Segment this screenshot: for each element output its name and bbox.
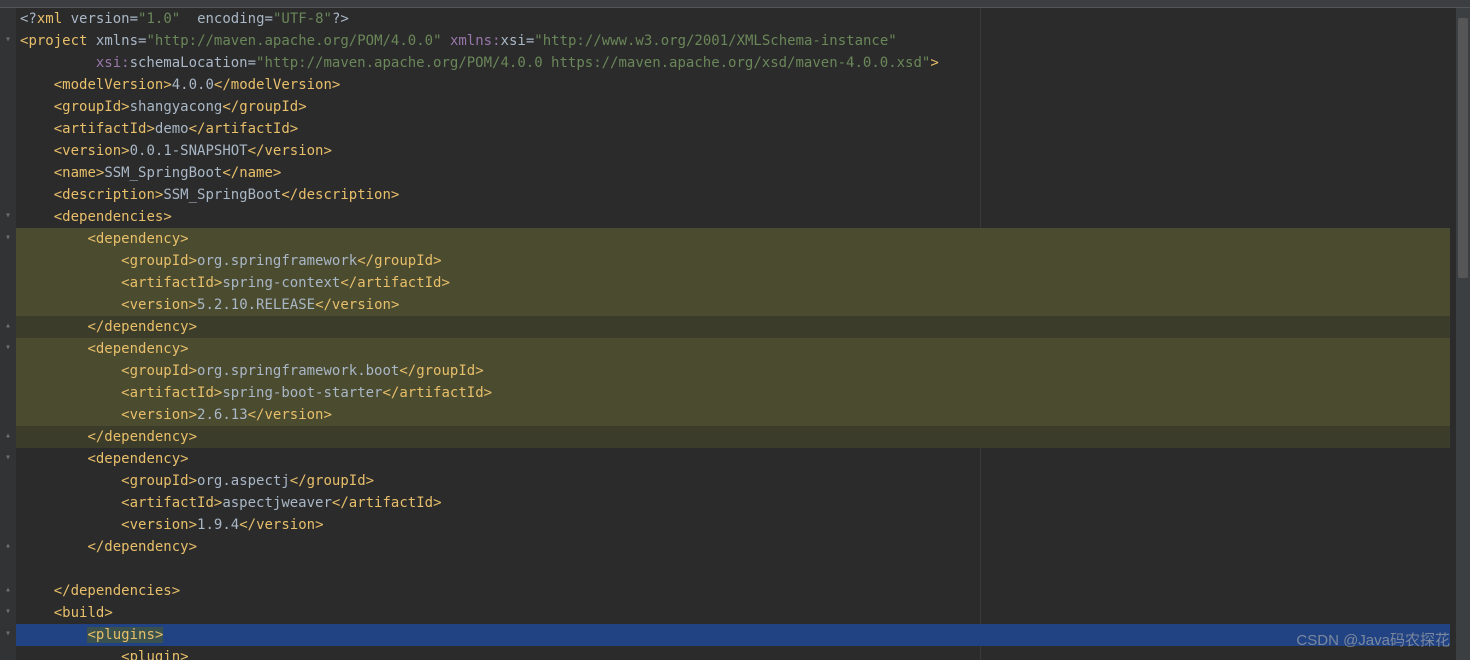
code-line: <description>SSM_SpringBoot</description… [16,184,1450,206]
code-line: <groupId>shangyacong</groupId> [16,96,1450,118]
fold-icon[interactable]: ▾ [3,453,13,463]
code-line: <version>5.2.10.RELEASE</version> [16,294,1450,316]
code-line: <version>1.9.4</version> [16,514,1450,536]
editor-tab-strip [0,0,1470,8]
code-line: </dependency> [16,536,1450,558]
code-line: </dependency> [16,316,1450,338]
vertical-scrollbar[interactable] [1456,8,1470,660]
fold-icon[interactable]: ▾ [3,233,13,243]
code-line-caret: <plugins> [16,624,1450,646]
fold-icon[interactable]: ▾ [3,211,13,221]
fold-icon[interactable]: ▴ [3,541,13,551]
code-line: <?xml version="1.0" encoding="UTF-8"?> [16,8,1450,30]
scroll-thumb[interactable] [1458,18,1468,278]
fold-icon[interactable]: ▾ [3,629,13,639]
code-line: <dependency> [16,448,1450,470]
watermark-text: CSDN @Java码农探花 [1296,629,1450,650]
code-editor[interactable]: <?xml version="1.0" encoding="UTF-8"?> <… [16,8,1450,660]
fold-icon[interactable]: ▾ [3,343,13,353]
code-line: <groupId>org.springframework</groupId> [16,250,1450,272]
code-line [16,558,1450,580]
code-line: </dependency> [16,426,1450,448]
code-line: <dependency> [16,228,1450,250]
code-line: <build> [16,602,1450,624]
code-line: <version>0.0.1-SNAPSHOT</version> [16,140,1450,162]
code-line: </dependencies> [16,580,1450,602]
fold-icon[interactable]: ▴ [3,585,13,595]
fold-gutter: ▾ ▾ ▾ ▴ ▾ ▴ ▾ ▴ ▴ ▾ ▾ 💡 [0,8,16,660]
code-line: <artifactId>aspectjweaver</artifactId> [16,492,1450,514]
code-line: <dependencies> [16,206,1450,228]
code-line: <artifactId>demo</artifactId> [16,118,1450,140]
code-line: <modelVersion>4.0.0</modelVersion> [16,74,1450,96]
code-line: <dependency> [16,338,1450,360]
fold-icon[interactable]: ▾ [3,607,13,617]
code-line: <version>2.6.13</version> [16,404,1450,426]
code-line: <name>SSM_SpringBoot</name> [16,162,1450,184]
fold-icon[interactable]: ▴ [3,431,13,441]
code-line: <project xmlns="http://maven.apache.org/… [16,30,1450,52]
code-line: <groupId>org.springframework.boot</group… [16,360,1450,382]
code-line: <artifactId>spring-boot-starter</artifac… [16,382,1450,404]
fold-icon[interactable]: ▴ [3,321,13,331]
fold-icon[interactable]: ▾ [3,35,13,45]
code-line: <artifactId>spring-context</artifactId> [16,272,1450,294]
code-line: xsi:schemaLocation="http://maven.apache.… [16,52,1450,74]
code-line: <groupId>org.aspectj</groupId> [16,470,1450,492]
code-line: <plugin> [16,646,1450,660]
